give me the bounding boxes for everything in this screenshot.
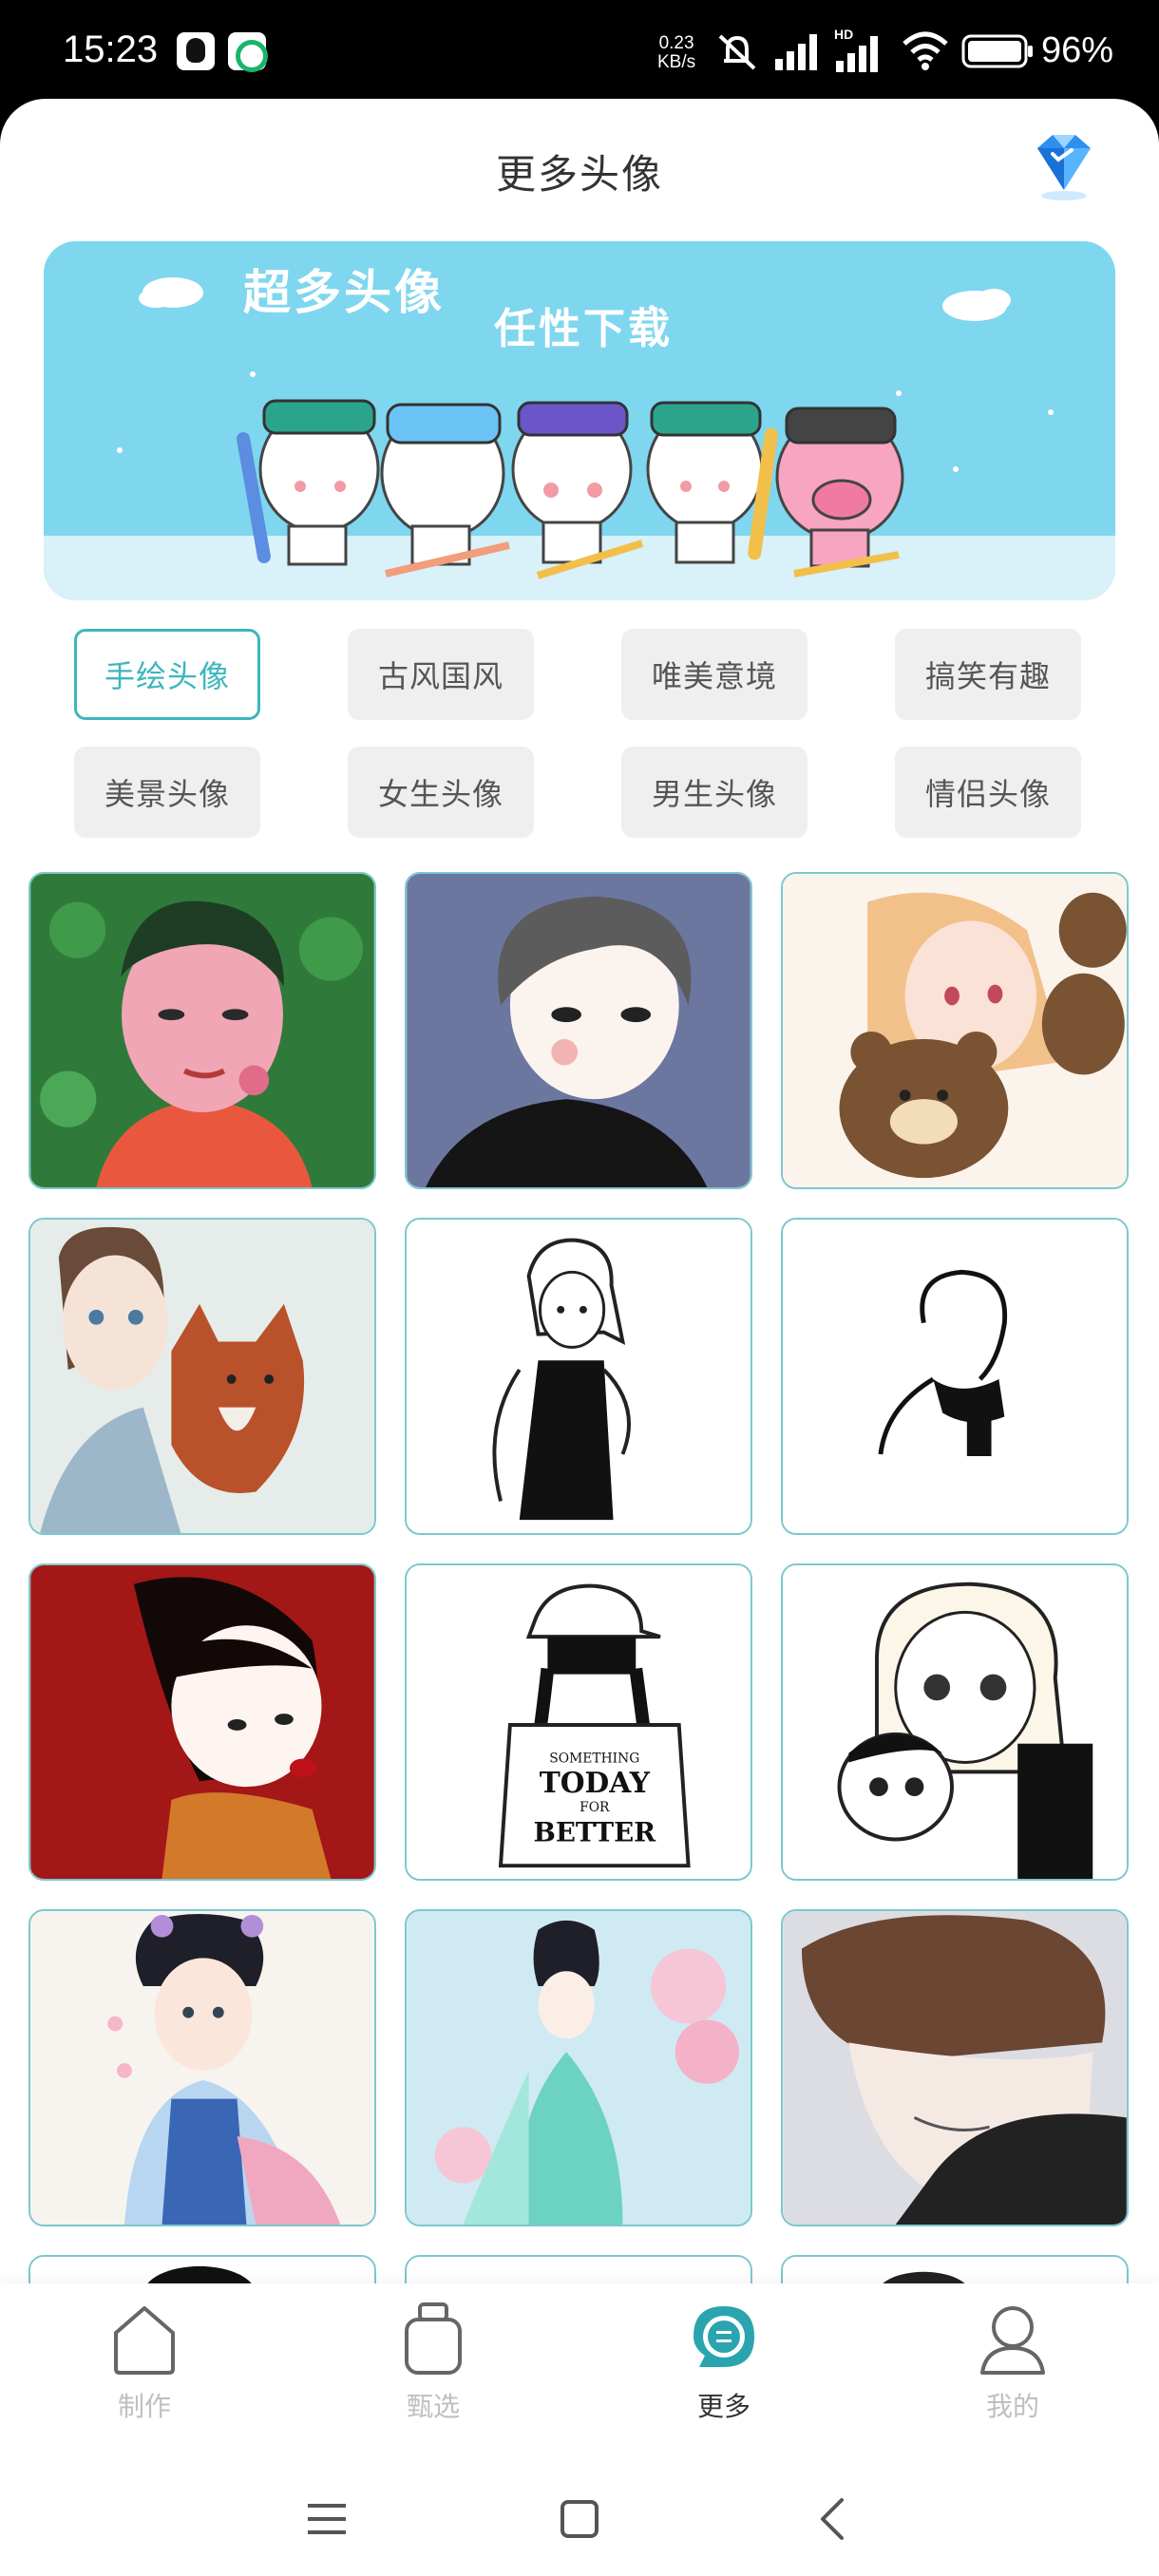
shirt-text-3: FOR xyxy=(580,1800,610,1815)
nav-tab-more[interactable]: 更多 xyxy=(648,2299,800,2441)
category-chip-hand-drawn[interactable]: 手绘头像 xyxy=(74,629,260,720)
nav-label: 甄选 xyxy=(406,2391,460,2422)
avatar-image xyxy=(30,874,374,1187)
category-chip-funny[interactable]: 搞笑有趣 xyxy=(895,629,1081,720)
back-icon[interactable] xyxy=(809,2494,859,2544)
signal-hd-icon: HD xyxy=(834,27,891,74)
avatar-image: SOMETHING TODAY FOR BETTER xyxy=(407,1565,750,1879)
avatar-thumbnail[interactable] xyxy=(781,1563,1129,1881)
avatar-thumbnail[interactable] xyxy=(405,1218,752,1535)
nav-label: 我的 xyxy=(985,2391,1039,2422)
avatar-image xyxy=(30,1565,374,1879)
avatar-image xyxy=(783,874,1127,1187)
avatar-thumbnail[interactable] xyxy=(28,1563,376,1881)
avatar-thumbnail[interactable] xyxy=(28,1909,376,2226)
avatar-image xyxy=(407,1220,750,1533)
shirt-text-4: BETTER xyxy=(533,1816,656,1847)
menu-icon[interactable] xyxy=(302,2494,352,2544)
signal-icon xyxy=(775,34,817,70)
category-chip-boys[interactable]: 男生头像 xyxy=(621,747,808,838)
avatar-thumbnail[interactable] xyxy=(781,1218,1129,1535)
status-time: 15:23 xyxy=(63,28,159,70)
nav-label: 制作 xyxy=(117,2391,171,2422)
promo-banner[interactable]: 超多头像 任性下载 xyxy=(44,241,1115,600)
avatar-image xyxy=(783,1565,1127,1879)
chat-more-icon xyxy=(694,2306,754,2367)
avatar-thumbnail[interactable] xyxy=(405,872,752,1189)
category-chip-couples[interactable]: 情侣头像 xyxy=(895,747,1081,838)
shirt-text-1: SOMETHING xyxy=(549,1751,639,1766)
page-title: 更多头像 xyxy=(495,151,663,198)
nav-tab-mine[interactable]: 我的 xyxy=(937,2299,1089,2441)
home-icon xyxy=(114,2306,175,2375)
battery-icon xyxy=(961,34,1033,68)
category-chip-girls[interactable]: 女生头像 xyxy=(348,747,534,838)
category-chip-scenery[interactable]: 美景头像 xyxy=(74,747,260,838)
avatar-thumbnail[interactable] xyxy=(781,1909,1129,2226)
bottom-nav: 制作 甄选 更多 我的 xyxy=(0,2283,1159,2473)
avatar-image xyxy=(30,1220,374,1533)
mute-icon xyxy=(718,34,756,70)
wifi-icon xyxy=(902,31,948,70)
nav-tab-make[interactable]: 制作 xyxy=(68,2299,220,2441)
avatar-thumbnail[interactable] xyxy=(28,1218,376,1535)
user-icon xyxy=(980,2306,1045,2375)
net-speed: 0.23 KB/s xyxy=(657,34,695,72)
category-chip-ancient-style[interactable]: 古风国风 xyxy=(348,629,534,720)
category-chip-aesthetic[interactable]: 唯美意境 xyxy=(621,629,808,720)
avatar-image xyxy=(783,1220,1127,1533)
avatar-image xyxy=(407,1911,750,2225)
avatar-thumbnail[interactable]: SOMETHING TODAY FOR BETTER xyxy=(405,1563,752,1881)
status-bar: 15:23 0.23 KB/s HD 96% xyxy=(0,0,1159,104)
avatar-thumbnail[interactable] xyxy=(28,872,376,1189)
net-speed-value: 0.23 xyxy=(658,33,694,53)
avatar-image xyxy=(30,1911,374,2225)
banner-headline: 超多头像 xyxy=(243,265,445,320)
qq-icon xyxy=(177,32,215,70)
banner-subline: 任性下载 xyxy=(494,305,673,353)
app-screen: 更多头像 超多头像 任性下载 手绘头像 古风国风 唯美意境 搞笑有趣 美景头像 … xyxy=(0,99,1159,2576)
jar-icon xyxy=(405,2302,462,2375)
battery-percent: 96% xyxy=(1041,30,1114,70)
avatar-thumbnail[interactable] xyxy=(405,1909,752,2226)
system-nav-bar xyxy=(0,2473,1159,2576)
avatar-image xyxy=(783,1911,1127,2225)
nav-tab-select[interactable]: 甄选 xyxy=(357,2299,509,2441)
avatar-image xyxy=(407,874,750,1187)
app-icon xyxy=(228,32,268,72)
diamond-icon[interactable] xyxy=(1024,127,1104,203)
net-speed-unit: KB/s xyxy=(657,52,696,72)
nav-label: 更多 xyxy=(696,2391,750,2422)
home-square-icon[interactable] xyxy=(555,2494,604,2544)
shirt-text-2: TODAY xyxy=(540,1766,651,1799)
avatar-thumbnail[interactable] xyxy=(781,872,1129,1189)
